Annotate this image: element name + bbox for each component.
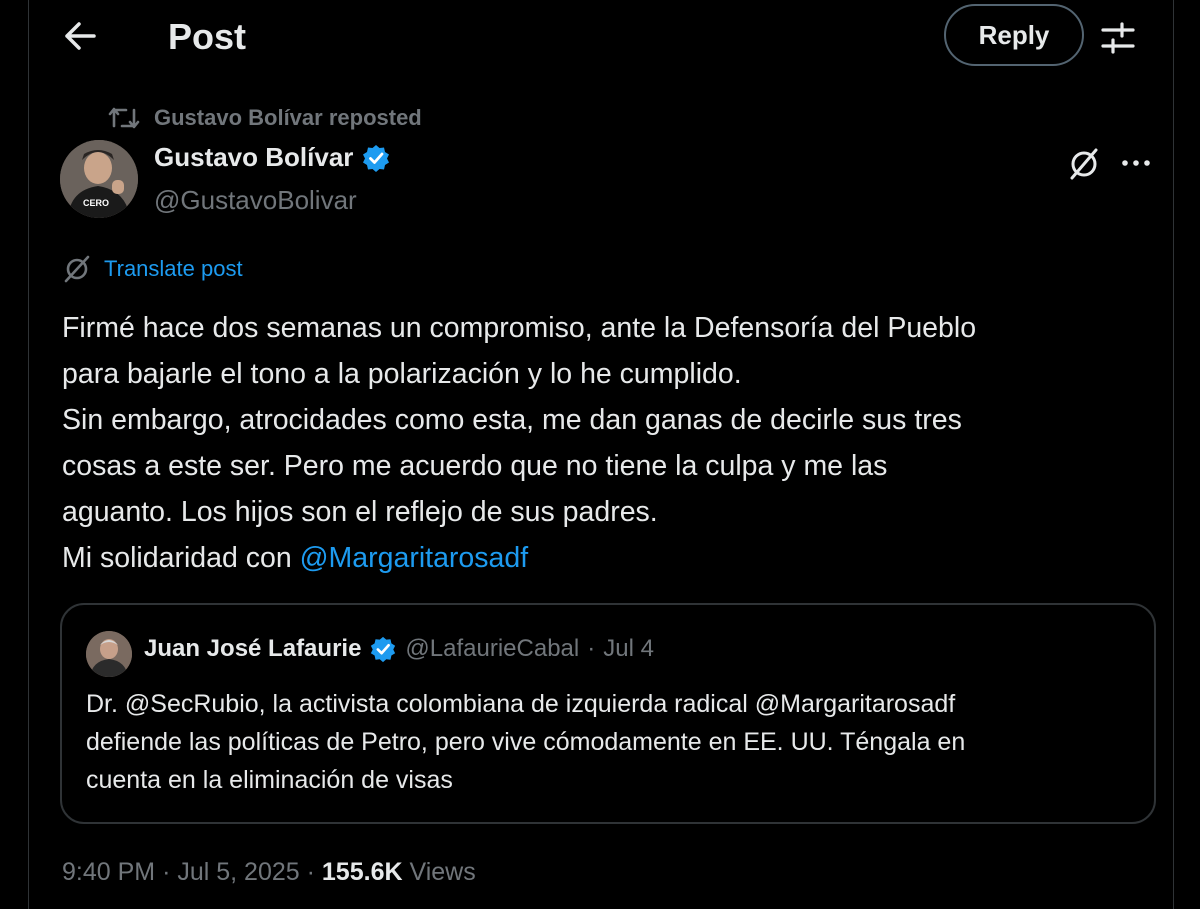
repost-icon [108,107,140,129]
repost-indicator[interactable]: Gustavo Bolívar reposted [108,104,422,132]
post-time[interactable]: 9:40 PM [62,858,155,886]
author-name-link[interactable]: Gustavo Bolívar [154,142,391,173]
post-text-prefix: Mi solidaridad con [62,542,300,574]
verified-badge-icon [363,144,390,172]
grok-icon[interactable] [1066,146,1102,182]
post-date[interactable]: Jul 5, 2025 [177,858,299,886]
post-text-line: Mi solidaridad con @Margaritarosadf [62,535,1152,581]
quote-text-line: cuenta en la eliminación de visas [86,766,453,794]
page-title: Post [168,16,247,57]
quote-text-line: Dr. @SecRubio, la activista colombiana d… [86,690,956,718]
views-label: Views [409,858,476,886]
settings-sliders-icon[interactable] [1100,20,1136,56]
quote-author-name: Juan José Lafaurie [144,635,362,662]
post-meta: 9:40 PM · Jul 5, 2025 · 155.6K Views [62,858,476,887]
post-text: Firmé hace dos semanas un compromiso, an… [62,305,1152,581]
quote-text-line: defiende las políticas de Petro, pero vi… [86,728,966,756]
mention-link[interactable]: @Margaritarosadf [300,542,529,574]
post-text-line: Sin embargo, atrocidades como esta, me d… [62,404,962,436]
repost-text: Gustavo Bolívar reposted [154,105,422,130]
views-count: 155.6K [321,858,403,886]
translate-label: Translate post [104,256,243,281]
quote-text: Dr. @SecRubio, la activista colombiana d… [86,685,1136,799]
author-handle[interactable]: @GustavoBolivar [154,185,357,216]
quote-author-avatar[interactable] [86,631,132,677]
meta-separator: · [162,858,178,886]
avatar-shirt-text: CERO [83,198,109,208]
translate-icon [64,255,90,283]
post-text-line: aguanto. Los hijos son el reflejo de sus… [62,496,658,528]
quote-date: Jul 4 [603,635,654,662]
quoted-post[interactable]: Juan José Lafaurie @LafaurieCabal · Jul … [60,603,1156,824]
post-text-line: cosas a este ser. Pero me acuerdo que no… [62,450,888,482]
post-text-line: para bajarle el tono a la polarización y… [62,358,742,390]
author-avatar[interactable]: CERO [60,140,138,218]
back-arrow-icon[interactable] [62,18,98,54]
translate-post-link[interactable]: Translate post [62,254,243,284]
post-text-line: Firmé hace dos semanas un compromiso, an… [62,312,977,344]
quote-separator: · [587,635,596,662]
author-name: Gustavo Bolívar [154,142,354,172]
meta-separator: · [306,858,322,886]
reply-button[interactable]: Reply [944,4,1084,66]
verified-badge-icon [371,636,396,663]
quote-author-handle: @LafaurieCabal [405,635,580,662]
quote-header: Juan José Lafaurie @LafaurieCabal · Jul … [144,635,654,663]
more-icon[interactable] [1118,148,1154,178]
